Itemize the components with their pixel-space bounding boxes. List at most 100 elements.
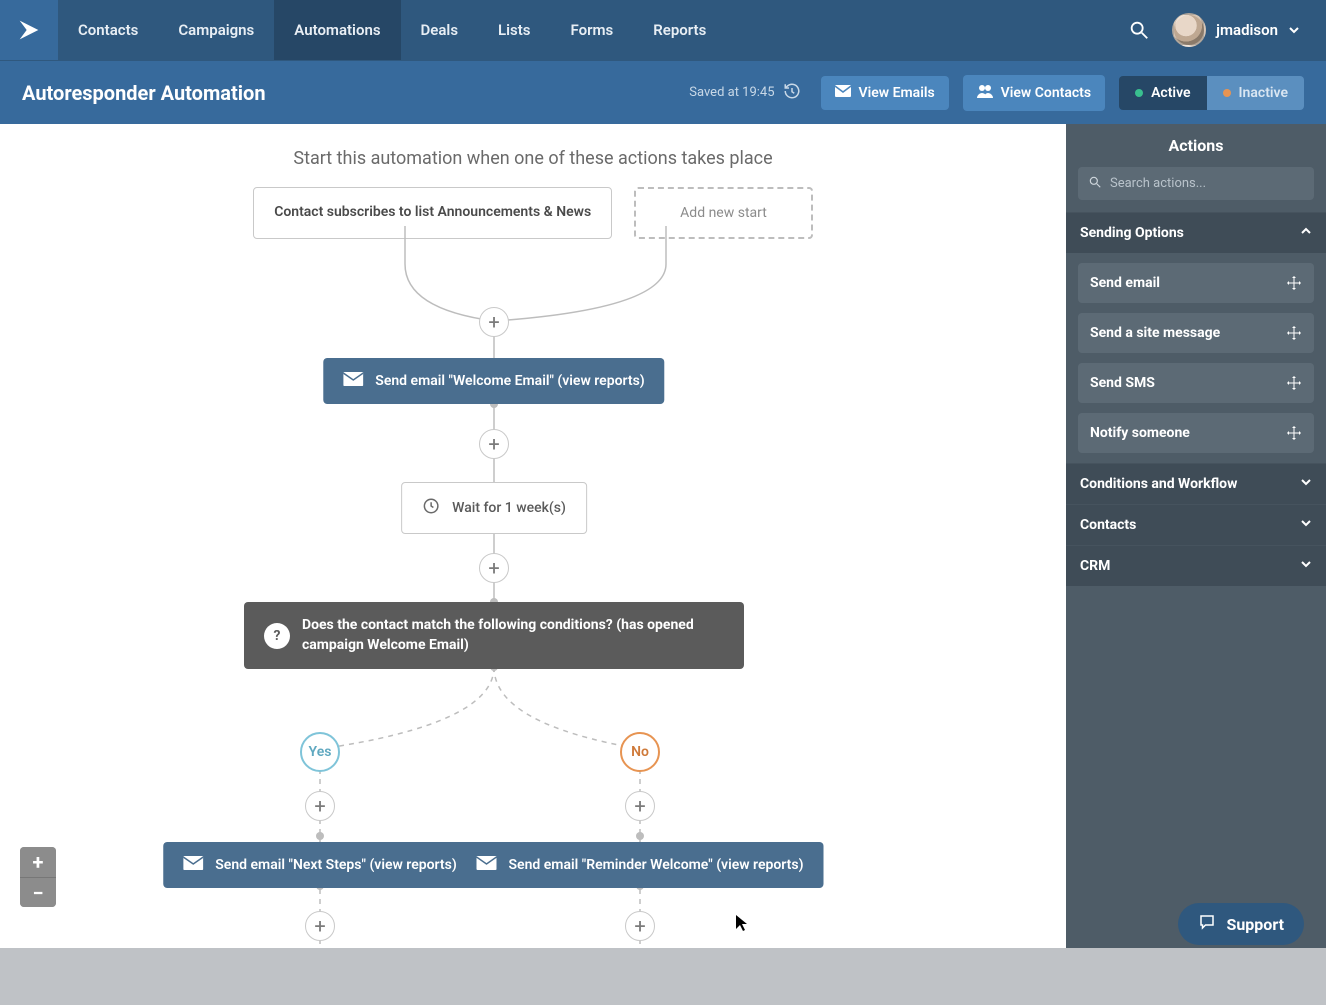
- section-crm[interactable]: CRM: [1066, 545, 1326, 586]
- mail-icon: [835, 85, 851, 101]
- sidebar-search: [1066, 167, 1326, 212]
- chevron-down-icon: [1300, 476, 1312, 492]
- question-icon: ?: [264, 623, 290, 649]
- section-contacts[interactable]: Contacts: [1066, 504, 1326, 545]
- move-icon: [1286, 425, 1302, 441]
- top-nav: Contacts Campaigns Automations Deals Lis…: [0, 0, 1326, 60]
- add-step-button[interactable]: +: [305, 911, 335, 941]
- add-step-button[interactable]: +: [479, 553, 509, 583]
- move-icon: [1286, 375, 1302, 391]
- mail-icon: [343, 372, 363, 390]
- support-button[interactable]: Support: [1178, 903, 1304, 945]
- status-active-label: Active: [1151, 85, 1190, 101]
- search-actions-input[interactable]: [1110, 176, 1304, 191]
- actions-sidebar: Actions Sending Options Send email Send …: [1066, 124, 1326, 1005]
- chevron-up-icon: [1300, 225, 1312, 241]
- search-icon[interactable]: [1128, 19, 1150, 41]
- add-step-button[interactable]: +: [625, 791, 655, 821]
- section-sending-options[interactable]: Sending Options: [1066, 212, 1326, 253]
- move-icon: [1286, 275, 1302, 291]
- node-label: Does the contact match the following con…: [302, 616, 724, 655]
- zoom-in-button[interactable]: +: [20, 847, 56, 877]
- nav-tab-deals[interactable]: Deals: [401, 0, 479, 60]
- start-trigger-box[interactable]: Contact subscribes to list Announcements…: [253, 187, 612, 239]
- sidebar-title: Actions: [1066, 124, 1326, 167]
- action-notify-someone[interactable]: Notify someone: [1078, 413, 1314, 453]
- saved-status: Saved at 19:45: [689, 82, 800, 104]
- dot-active-icon: [1135, 89, 1143, 97]
- zoom-out-button[interactable]: −: [20, 877, 56, 907]
- dot-inactive-icon: [1223, 89, 1231, 97]
- mail-icon: [183, 856, 203, 874]
- action-send-email[interactable]: Send email: [1078, 263, 1314, 303]
- chat-icon: [1198, 913, 1216, 935]
- branch-no-label: No: [631, 744, 649, 760]
- connector-dot: [316, 832, 324, 840]
- status-toggle[interactable]: Active Inactive: [1119, 76, 1304, 110]
- sub-header: Autoresponder Automation Saved at 19:45 …: [0, 60, 1326, 124]
- action-label: Notify someone: [1090, 425, 1190, 441]
- section-conditions-workflow[interactable]: Conditions and Workflow: [1066, 463, 1326, 504]
- action-label: Send email: [1090, 275, 1160, 291]
- section-label: Conditions and Workflow: [1080, 476, 1237, 492]
- app-logo[interactable]: [0, 0, 58, 60]
- action-label: Send a site message: [1090, 325, 1220, 341]
- add-start-box[interactable]: Add new start: [634, 187, 813, 239]
- node-label: Send email "Reminder Welcome" (view repo…: [509, 857, 804, 873]
- history-icon[interactable]: [783, 82, 801, 104]
- user-menu[interactable]: jmadison: [1172, 13, 1300, 47]
- nav-tab-contacts[interactable]: Contacts: [58, 0, 158, 60]
- chevron-down-icon: [1300, 558, 1312, 574]
- search-icon: [1088, 174, 1102, 193]
- node-send-email-next[interactable]: Send email "Next Steps" (view reports): [163, 842, 477, 888]
- add-step-button[interactable]: +: [305, 791, 335, 821]
- node-send-email-reminder[interactable]: Send email "Reminder Welcome" (view repo…: [457, 842, 824, 888]
- section-label: Contacts: [1080, 517, 1136, 533]
- branch-no[interactable]: No: [620, 732, 660, 772]
- section-label: CRM: [1080, 558, 1110, 574]
- zoom-controls: + −: [20, 847, 56, 907]
- node-label: Send email "Welcome Email" (view reports…: [375, 373, 644, 389]
- action-send-site-message[interactable]: Send a site message: [1078, 313, 1314, 353]
- nav-tabs: Contacts Campaigns Automations Deals Lis…: [58, 0, 726, 60]
- connector-dot: [636, 832, 644, 840]
- nav-tab-automations[interactable]: Automations: [274, 0, 400, 60]
- move-icon: [1286, 325, 1302, 341]
- node-wait[interactable]: Wait for 1 week(s): [401, 482, 587, 534]
- view-contacts-button[interactable]: View Contacts: [963, 75, 1105, 111]
- branch-yes[interactable]: Yes: [300, 732, 340, 772]
- node-label: Send email "Next Steps" (view reports): [215, 857, 457, 873]
- nav-tab-reports[interactable]: Reports: [633, 0, 726, 60]
- add-step-button[interactable]: +: [479, 429, 509, 459]
- crop-frame: [0, 948, 1326, 1005]
- node-send-email-welcome[interactable]: Send email "Welcome Email" (view reports…: [323, 358, 664, 404]
- status-inactive-label: Inactive: [1239, 85, 1288, 101]
- chevron-down-icon: [1300, 517, 1312, 533]
- action-send-sms[interactable]: Send SMS: [1078, 363, 1314, 403]
- view-emails-label: View Emails: [859, 85, 935, 101]
- mail-icon: [477, 856, 497, 874]
- automation-canvas[interactable]: Start this automation when one of these …: [0, 124, 1066, 1005]
- avatar: [1172, 13, 1206, 47]
- action-label: Send SMS: [1090, 375, 1155, 391]
- view-emails-button[interactable]: View Emails: [821, 76, 949, 110]
- nav-tab-campaigns[interactable]: Campaigns: [158, 0, 274, 60]
- canvas-instruction: Start this automation when one of these …: [0, 124, 1066, 169]
- add-step-button[interactable]: +: [479, 307, 509, 337]
- saved-label: Saved at 19:45: [689, 85, 774, 100]
- status-active[interactable]: Active: [1119, 76, 1206, 110]
- add-step-button[interactable]: +: [625, 911, 655, 941]
- cursor-icon: [735, 914, 749, 936]
- users-icon: [977, 84, 993, 102]
- node-condition[interactable]: ? Does the contact match the following c…: [244, 602, 744, 669]
- section-sending-options-body: Send email Send a site message Send SMS …: [1066, 253, 1326, 463]
- node-label: Wait for 1 week(s): [452, 500, 566, 516]
- clock-icon: [422, 497, 440, 519]
- nav-tab-forms[interactable]: Forms: [551, 0, 634, 60]
- branch-yes-label: Yes: [309, 744, 332, 760]
- username: jmadison: [1216, 21, 1278, 39]
- page-title: Autoresponder Automation: [22, 81, 266, 105]
- nav-tab-lists[interactable]: Lists: [478, 0, 550, 60]
- support-label: Support: [1226, 915, 1284, 934]
- status-inactive[interactable]: Inactive: [1207, 76, 1304, 110]
